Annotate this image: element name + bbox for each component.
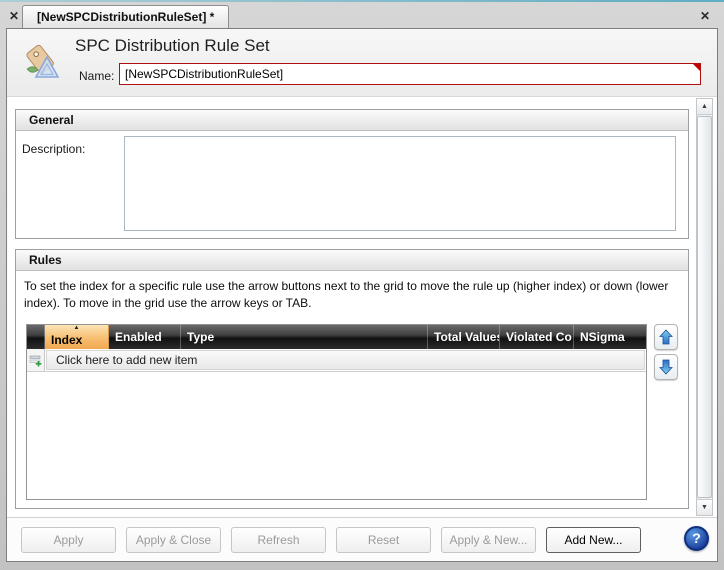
add-new-button[interactable]: Add New... bbox=[546, 527, 641, 553]
general-groupbox: General Description: bbox=[15, 109, 689, 239]
add-new-item-row[interactable]: Click here to add new item bbox=[46, 350, 645, 370]
grid-column-total-values[interactable]: Total Values bbox=[428, 325, 500, 349]
move-rule-down-button[interactable] bbox=[654, 354, 678, 380]
scrollbar-down-icon[interactable]: ▼ bbox=[697, 499, 712, 515]
grid-row-selector-header bbox=[27, 325, 45, 349]
add-row-selector-cell bbox=[27, 349, 45, 371]
grid-empty-body bbox=[27, 372, 646, 499]
apply-button[interactable]: Apply bbox=[21, 527, 116, 553]
grid-column-index[interactable]: ▲ Index bbox=[45, 325, 109, 349]
document-panel: SPC Distribution Rule Set Name: ▲ ▼ Gene… bbox=[6, 28, 718, 562]
rules-instructions: To set the index for a specific rule use… bbox=[24, 278, 676, 312]
rule-set-icon bbox=[20, 42, 62, 84]
description-label: Description: bbox=[22, 142, 85, 156]
grid-column-violated-count[interactable]: Violated Co bbox=[500, 325, 574, 349]
footer-buttons: Apply Apply & Close Refresh Reset Apply … bbox=[21, 527, 641, 553]
close-window-icon[interactable]: ✕ bbox=[700, 10, 710, 22]
tab-bar: ✕ [NewSPCDistributionRuleSet] * ✕ bbox=[0, 2, 724, 28]
apply-and-close-button[interactable]: Apply & Close bbox=[126, 527, 221, 553]
panel-header: SPC Distribution Rule Set Name: bbox=[7, 29, 717, 97]
grid-column-type[interactable]: Type bbox=[181, 325, 428, 349]
add-row-icon bbox=[29, 354, 42, 367]
rules-group-title: Rules bbox=[16, 250, 688, 271]
page-title: SPC Distribution Rule Set bbox=[75, 36, 270, 56]
tab-newspcdistributionruleset[interactable]: [NewSPCDistributionRuleSet] * bbox=[22, 5, 229, 28]
reset-button[interactable]: Reset bbox=[336, 527, 431, 553]
footer-bar: Apply Apply & Close Refresh Reset Apply … bbox=[7, 517, 717, 561]
close-tab-icon[interactable]: ✕ bbox=[9, 10, 19, 22]
rules-grid: ▲ Index Enabled Type Total Values Violat… bbox=[26, 324, 647, 500]
help-button[interactable]: ? bbox=[684, 526, 709, 551]
grid-column-index-label: Index bbox=[51, 330, 82, 349]
grid-column-enabled[interactable]: Enabled bbox=[109, 325, 181, 349]
rules-groupbox: Rules To set the index for a specific ru… bbox=[15, 249, 689, 509]
rules-grid-header: ▲ Index Enabled Type Total Values Violat… bbox=[27, 325, 646, 349]
name-label: Name: bbox=[79, 69, 114, 83]
name-field-wrap bbox=[119, 63, 701, 85]
scrollbar-thumb[interactable] bbox=[697, 116, 712, 498]
grid-column-nsigma[interactable]: NSigma bbox=[574, 325, 646, 349]
name-input[interactable] bbox=[119, 63, 701, 85]
refresh-button[interactable]: Refresh bbox=[231, 527, 326, 553]
general-group-title: General bbox=[16, 110, 688, 131]
arrow-up-icon bbox=[659, 329, 673, 345]
move-rule-up-button[interactable] bbox=[654, 324, 678, 350]
description-textarea[interactable] bbox=[124, 136, 676, 231]
scrollbar-up-icon[interactable]: ▲ bbox=[697, 99, 712, 115]
apply-and-new-button[interactable]: Apply & New... bbox=[441, 527, 536, 553]
validation-error-corner-icon bbox=[693, 64, 700, 71]
vertical-scrollbar[interactable]: ▲ ▼ bbox=[696, 98, 713, 516]
arrow-down-icon bbox=[659, 359, 673, 375]
grid-add-row: Click here to add new item bbox=[27, 349, 646, 372]
